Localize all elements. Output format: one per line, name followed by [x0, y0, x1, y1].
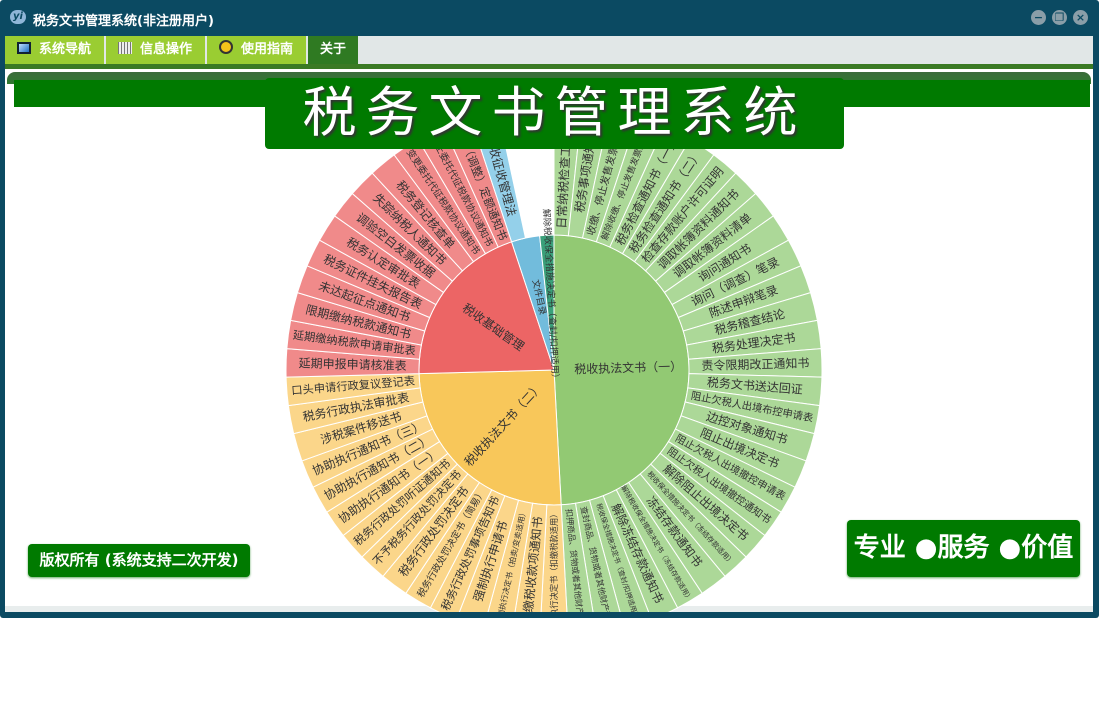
menu-label: 系统导航	[39, 42, 92, 57]
menu-bar: 系统导航 信息操作 使用指南 关于	[5, 36, 1093, 64]
sunburst-label: 税收执法文书（一）	[574, 359, 682, 377]
app-logo-icon: yi	[10, 10, 26, 24]
monitor-icon	[17, 42, 31, 54]
menu-label: 使用指南	[241, 42, 294, 57]
sunburst-leaf-label: 延期申报申请核准表	[298, 355, 406, 373]
menu-system-nav[interactable]: 系统导航	[5, 36, 104, 64]
main-content: 税务文书管理系统 税收执法文书（一） 日常纳税检查工作底稿 税务事项通知书 收缴、停止…	[5, 69, 1093, 612]
restore-button[interactable]: ❐	[1052, 10, 1067, 25]
help-icon	[219, 40, 233, 54]
minimize-button[interactable]: −	[1031, 10, 1046, 25]
sunburst-leaf-label: 强制执行决定书（扣缴税款适用）	[549, 510, 559, 612]
window-title: 税务文书管理系统(非注册用户)	[33, 14, 214, 29]
menu-label: 信息操作	[140, 42, 193, 57]
slogan-badge: 专业 ●服务 ●价值	[847, 520, 1080, 577]
close-button[interactable]: ×	[1073, 10, 1088, 25]
menu-user-guide[interactable]: 使用指南	[207, 36, 306, 64]
copyright-badge: 版权所有 (系统支持二次开发)	[28, 544, 250, 577]
menu-label: 关于	[320, 42, 347, 57]
menu-info-ops[interactable]: 信息操作	[106, 36, 205, 64]
grid-icon	[118, 42, 132, 54]
sunburst-leaf-label: 责令限期改正通知书	[701, 355, 809, 373]
app-window: yi 税务文书管理系统(非注册用户) − ❐ × 系统导航 信息操作 使用指南 …	[0, 0, 1099, 618]
page-title: 税务文书管理系统	[265, 78, 844, 149]
menu-about[interactable]: 关于	[308, 36, 358, 64]
title-bar: yi 税务文书管理系统(非注册用户) − ❐ ×	[0, 0, 1099, 36]
